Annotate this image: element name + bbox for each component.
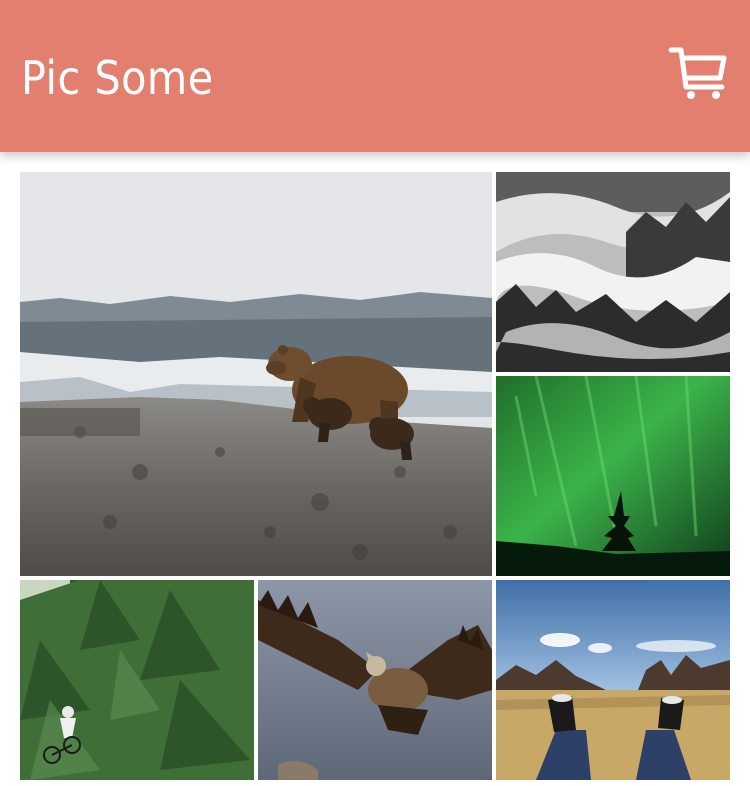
photo-vulture[interactable]	[258, 580, 492, 780]
app-title: Pic Some	[21, 51, 214, 105]
photo-green-aurora[interactable]	[496, 376, 730, 576]
biker-image	[20, 580, 254, 780]
cart-button[interactable]	[666, 40, 728, 102]
photo-bear-with-cubs[interactable]	[20, 172, 492, 576]
misty-forest-image	[496, 172, 730, 372]
shopping-cart-icon	[668, 47, 727, 99]
feet-field-image	[496, 580, 730, 780]
photo-feet-on-field[interactable]	[496, 580, 730, 780]
photo-gallery	[20, 172, 730, 786]
aurora-image	[496, 376, 730, 576]
vulture-image	[258, 580, 492, 780]
bear-image	[20, 172, 492, 576]
photo-mountain-biker[interactable]	[20, 580, 254, 780]
photo-misty-forest[interactable]	[496, 172, 730, 372]
app-header: Pic Some	[0, 0, 750, 152]
